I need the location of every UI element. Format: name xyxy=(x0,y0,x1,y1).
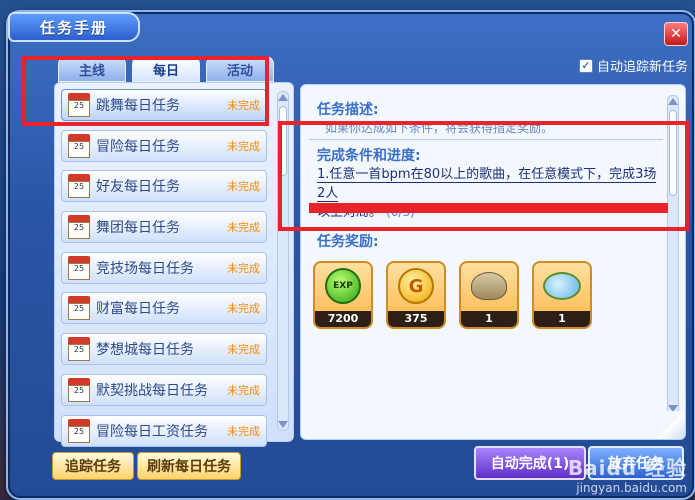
task-list-panel: 25 跳舞每日任务 未完成 25 冒险每日任务 未完成 25 好友每日任务 未完… xyxy=(54,82,294,447)
task-status: 未完成 xyxy=(227,221,260,235)
highlight-box-task xyxy=(22,56,269,126)
task-item-wealth[interactable]: 25 财富每日任务 未完成 xyxy=(61,292,267,325)
task-status: 未完成 xyxy=(227,424,260,438)
task-name: 竞技场每日任务 xyxy=(96,260,194,277)
task-name: 默契挑战每日任务 xyxy=(96,382,208,399)
reward-count: 7200 xyxy=(315,311,371,327)
refresh-daily-button[interactable]: 刷新每日任务 xyxy=(137,452,241,480)
scroll-up-arrow-icon[interactable] xyxy=(668,98,678,105)
calendar-icon: 25 xyxy=(68,337,90,362)
desc-title: 任务描述: xyxy=(317,102,379,118)
track-task-button[interactable]: 追踪任务 xyxy=(52,452,134,480)
task-item-group[interactable]: 25 舞团每日任务 未完成 xyxy=(61,211,267,244)
task-status: 未完成 xyxy=(227,343,260,357)
task-item-adventure-salary[interactable]: 25 冒险每日工资任务 未完成 xyxy=(61,414,267,447)
gem-icon xyxy=(543,272,581,300)
reward-g-coin[interactable]: G 375 xyxy=(386,261,446,329)
task-status: 未完成 xyxy=(227,261,260,275)
calendar-icon: 25 xyxy=(68,255,90,280)
task-item-friend[interactable]: 25 好友每日任务 未完成 xyxy=(61,170,267,203)
task-status: 未完成 xyxy=(227,383,260,397)
reward-bag[interactable]: 1 xyxy=(459,261,519,329)
highlight-box-condition xyxy=(278,121,689,231)
calendar-icon: 25 xyxy=(68,377,90,402)
reward-count: 1 xyxy=(461,311,517,327)
reward-count: 375 xyxy=(388,311,444,327)
task-name: 梦想城每日任务 xyxy=(96,342,194,359)
calendar-icon: 25 xyxy=(68,174,90,199)
highlight-bar xyxy=(309,203,668,213)
task-name: 舞团每日任务 xyxy=(96,220,180,237)
auto-track-option[interactable]: ✓ 自动追踪新任务 xyxy=(578,56,688,75)
reward-gem[interactable]: 1 xyxy=(532,261,592,329)
task-name: 冒险每日任务 xyxy=(96,138,180,155)
watermark: Baidu 经验 jingyan.baidu.com xyxy=(568,452,687,495)
reward-exp[interactable]: EXP 7200 xyxy=(313,261,373,329)
watermark-url: jingyan.baidu.com xyxy=(576,481,687,495)
reward-count: 1 xyxy=(534,311,590,327)
task-name: 财富每日任务 xyxy=(96,301,180,318)
task-status: 未完成 xyxy=(227,139,260,153)
scroll-up-arrow-icon[interactable] xyxy=(278,94,288,101)
task-item-arena[interactable]: 25 竞技场每日任务 未完成 xyxy=(61,251,267,284)
close-button[interactable]: ✕ xyxy=(664,22,688,46)
window-title: 任务手册 xyxy=(8,12,140,42)
calendar-icon: 25 xyxy=(68,215,90,240)
calendar-icon: 25 xyxy=(68,418,90,443)
task-item-dream-city[interactable]: 25 梦想城每日任务 未完成 xyxy=(61,333,267,366)
task-item-tacit[interactable]: 25 默契挑战每日任务 未完成 xyxy=(61,373,267,406)
auto-track-checkbox[interactable]: ✓ xyxy=(578,58,593,73)
calendar-icon: 25 xyxy=(68,133,90,158)
task-name: 好友每日任务 xyxy=(96,179,180,196)
task-list: 25 跳舞每日任务 未完成 25 冒险每日任务 未完成 25 好友每日任务 未完… xyxy=(61,89,267,455)
exp-icon: EXP xyxy=(325,268,361,304)
task-status: 未完成 xyxy=(227,302,260,316)
reward-title: 任务奖励: xyxy=(317,234,379,250)
task-item-adventure[interactable]: 25 冒险每日任务 未完成 xyxy=(61,129,267,162)
task-name: 冒险每日工资任务 xyxy=(96,423,208,440)
calendar-icon: 25 xyxy=(68,296,90,321)
g-coin-icon: G xyxy=(398,268,434,304)
page-curl-decoration xyxy=(657,411,685,439)
watermark-brand: Baidu 经验 xyxy=(567,456,687,480)
scroll-down-arrow-icon[interactable] xyxy=(278,421,288,428)
task-status: 未完成 xyxy=(227,180,260,194)
bag-icon xyxy=(471,272,507,300)
auto-track-label: 自动追踪新任务 xyxy=(596,60,688,75)
reward-list: EXP 7200 G 375 1 1 xyxy=(313,261,592,329)
